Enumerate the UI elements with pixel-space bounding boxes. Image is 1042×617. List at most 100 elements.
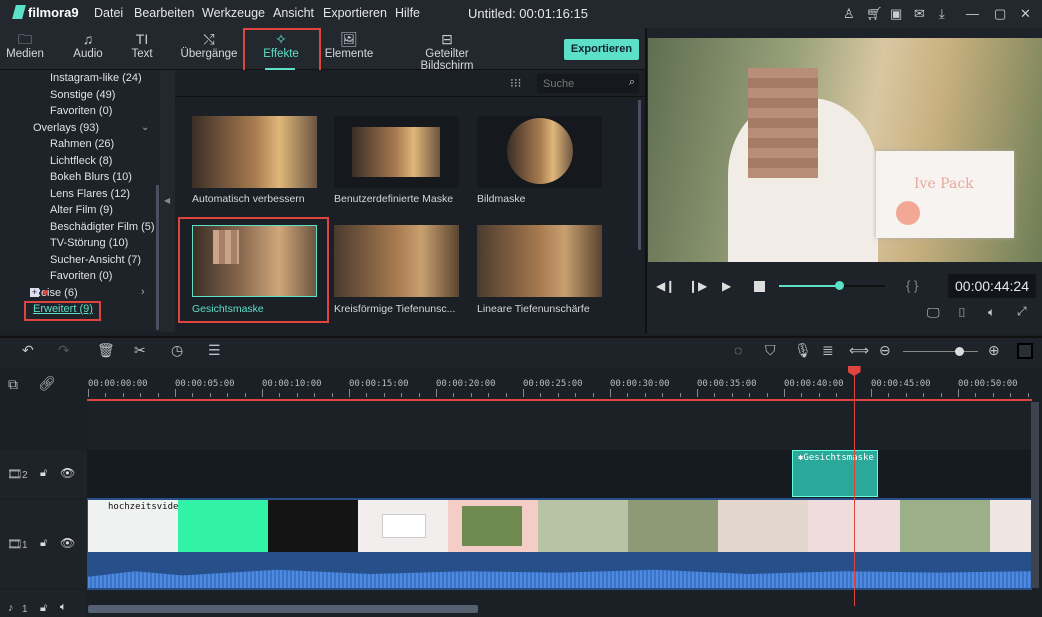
undo-icon[interactable]: ↶ [22,342,34,359]
tab-geteilter-bildschirm[interactable]: ⊟ Geteilter Bildschirm [398,30,496,72]
clip-thumbnail[interactable] [628,500,718,552]
ruler-tick [679,393,681,397]
previous-frame-icon[interactable]: ◀❙ [656,279,675,293]
sidebar-item[interactable]: Sonstige (49) [50,89,115,101]
effect-thumb-auto-enhance[interactable] [192,116,317,188]
play-icon[interactable]: ▶ [722,279,731,293]
effect-thumb-image-mask[interactable] [477,116,602,188]
snapshot-icon[interactable]: ⌷ [958,305,966,321]
audio-mixer-icon[interactable]: ≣ [822,342,834,359]
effect-thumb-linear-blur[interactable] [477,225,602,297]
ruler-tick-label: 00:00:05:00 [175,379,235,389]
track-number: 1 [22,540,28,551]
clip-thumbnail[interactable]: hochzeitsvideo [88,500,178,552]
chevron-down-icon[interactable]: ⌄ [141,122,149,133]
export-button[interactable]: Exportieren [564,39,639,60]
mail-icon[interactable]: ✉ [914,6,925,22]
maximize-icon[interactable]: ▢ [994,6,1006,22]
tab-elemente[interactable]: 🖼︎ Elemente [324,30,374,60]
speed-icon[interactable]: ◷ [171,342,183,359]
menu-bearbeiten[interactable]: Bearbeiten [134,6,194,20]
next-frame-icon[interactable]: ❙▶ [688,279,707,293]
timeline-horizontal-scrollbar[interactable] [88,605,478,613]
lock-icon[interactable]: 🔓︎ [40,602,47,615]
sidebar-item[interactable]: Instagram-like (24) [50,72,142,84]
effect-clip-gesichtsmaske[interactable]: ✱Gesichtsmaske [792,450,878,497]
expand-plus-icon[interactable]: + [30,288,39,297]
close-icon[interactable]: ✕ [1020,6,1031,22]
grid-scrollbar[interactable] [638,100,641,250]
delete-icon[interactable]: 🗑︎ [97,342,115,359]
collapse-arrow-icon[interactable]: ◀ [164,196,170,205]
redo-icon[interactable]: ↷ [58,342,70,359]
clip-thumbnail[interactable] [538,500,628,552]
clip-thumbnail[interactable] [900,500,990,552]
effect-thumb-circular-blur[interactable] [334,225,459,297]
menu-datei[interactable]: Datei [94,6,123,20]
stop-icon[interactable] [754,281,765,292]
add-track-icon[interactable]: ⧉ [8,376,18,393]
tab-audio[interactable]: ♫ Audio [70,30,106,60]
download-icon[interactable]: ⤓ [939,6,945,22]
cart-icon[interactable]: 🛒︎ [866,6,883,22]
layout-toggle-icon[interactable] [1017,343,1033,359]
sidebar-item[interactable]: Bokeh Blurs (10) [50,171,132,183]
tab-text[interactable]: TI Text [126,30,158,60]
timeline-zoom-slider[interactable] [903,347,978,356]
clip-thumbnail[interactable] [358,500,448,552]
sidebar-item[interactable]: TV-Störung (10) [50,237,128,249]
fullscreen-icon[interactable]: ⤢ [1017,304,1027,319]
marker-icon[interactable]: ⛉ [765,342,776,359]
fit-timeline-icon[interactable]: ⟺ [849,342,869,359]
menu-ansicht[interactable]: Ansicht [273,6,314,20]
sidebar-item[interactable]: Sucher-Ansicht (7) [50,254,141,266]
eye-icon[interactable]: 👁︎ [60,536,75,550]
cut-icon[interactable]: ✂ [134,342,146,359]
eye-icon[interactable]: 👁︎ [60,466,75,480]
grid-view-icon[interactable]: ⁝⁝⁝ [510,76,521,90]
sidebar-item[interactable]: Favoriten (0) [50,105,112,117]
save-icon[interactable]: ▣ [890,6,902,22]
mark-in-out-icon[interactable]: { } [906,278,918,293]
speaker-icon[interactable]: 🔈︎ [60,601,67,614]
sidebar-item[interactable]: Alter Film (9) [50,204,113,216]
tab-label: Text [131,48,153,60]
clip-thumbnail[interactable] [268,500,358,552]
sidebar-item[interactable]: Reise (6) [33,287,78,299]
menu-hilfe[interactable]: Hilfe [395,6,420,20]
playhead[interactable] [847,366,861,606]
user-icon[interactable]: ♙ [843,6,855,22]
volume-icon[interactable]: 🔈︎ [988,305,995,320]
clip-thumbnail[interactable] [990,500,1032,552]
clip-thumbnail[interactable] [718,500,808,552]
zoom-out-icon[interactable]: ⊖ [879,342,891,359]
display-settings-icon[interactable]: 🖵︎ [927,305,940,321]
lock-icon[interactable]: 🔓︎ [40,467,47,480]
sidebar-item[interactable]: Lens Flares (12) [50,188,130,200]
sidebar-item[interactable]: Rahmen (26) [50,138,114,150]
sidebar-item[interactable]: Favoriten (0) [50,270,112,282]
link-icon[interactable]: 🔗︎ [38,375,56,392]
sidebar-scrollbar[interactable] [156,185,159,330]
zoom-in-icon[interactable]: ⊕ [988,342,1000,359]
clip-thumbnail[interactable] [178,500,268,552]
lock-icon[interactable]: 🔓︎ [40,537,47,550]
adjust-icon[interactable]: ☰ [208,342,221,359]
tab-uebergaenge[interactable]: ⤭ Übergänge [180,30,238,60]
chevron-right-icon[interactable]: › [141,286,145,298]
microphone-icon[interactable]: 🎙︎ [794,342,812,359]
playback-slider[interactable] [779,281,885,290]
tab-medien[interactable]: 🗀 Medien [6,30,44,60]
menu-exportieren[interactable]: Exportieren [323,6,387,20]
effect-thumb-custom-mask[interactable] [334,116,459,188]
render-icon[interactable]: ◌ [734,342,742,358]
timeline-vertical-scrollbar[interactable] [1031,402,1039,588]
sidebar-item[interactable]: Lichtfleck (8) [50,155,112,167]
menu-werkzeuge[interactable]: Werkzeuge [202,6,265,20]
search-input[interactable] [537,74,617,93]
clip-thumbnail[interactable] [448,500,538,552]
sidebar-item[interactable]: Overlays (93) [33,122,99,134]
sidebar-item[interactable]: Beschädigter Film (5) [50,221,155,233]
search-box[interactable]: ⌕ [537,74,639,93]
minimize-icon[interactable]: — [966,6,979,21]
